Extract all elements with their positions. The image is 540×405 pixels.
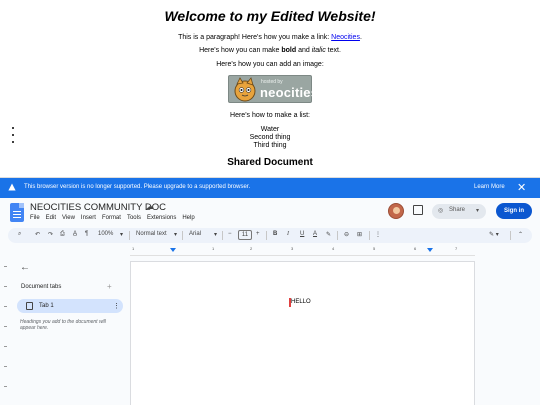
document-tabs-label: Document tabs xyxy=(21,284,62,290)
document-page[interactable]: HELLO xyxy=(130,261,475,405)
avatar[interactable] xyxy=(388,203,404,219)
neocities-cat-icon xyxy=(234,77,256,102)
menu-bar: File Edit View Insert Format Tools Extensions H… xyxy=(30,215,201,221)
tab-1[interactable]: Tab 1 ⋮ xyxy=(17,299,123,313)
font-size-input[interactable]: 11 xyxy=(238,230,252,240)
editing-mode-icon[interactable]: ✎ ▾ xyxy=(489,231,499,238)
vertical-ruler[interactable] xyxy=(0,256,8,405)
text-color-icon[interactable]: A xyxy=(313,231,317,237)
italic-word: italic xyxy=(311,47,326,54)
right-indent-marker[interactable] xyxy=(427,248,433,252)
decrease-font-icon[interactable]: − xyxy=(228,231,232,237)
list-item: Water xyxy=(260,126,280,133)
search-icon[interactable]: ⌕ xyxy=(18,231,21,238)
horizontal-ruler[interactable]: 1 1 2 3 4 5 6 7 xyxy=(130,246,475,256)
increase-font-icon[interactable]: + xyxy=(256,231,260,237)
list-item: Third thing xyxy=(253,142,287,149)
style-select[interactable]: Normal text xyxy=(136,231,167,237)
share-button[interactable]: ◎ Share ▾ xyxy=(432,204,486,219)
warning-icon xyxy=(8,183,16,191)
chevron-down-icon: ▾ xyxy=(120,232,124,238)
unsupported-browser-banner: This browser version is no longer suppor… xyxy=(0,178,540,198)
spellcheck-icon[interactable]: A̲ xyxy=(73,231,77,237)
globe-icon: ◎ xyxy=(438,208,444,214)
share-label: Share xyxy=(449,207,466,213)
banner-message: This browser version is no longer suppor… xyxy=(24,184,251,190)
menu-file[interactable]: File xyxy=(30,215,40,221)
zoom-select[interactable]: 100% xyxy=(98,231,113,237)
more-options-icon[interactable]: ⋮ xyxy=(375,231,381,238)
menu-tools[interactable]: Tools xyxy=(127,215,141,221)
menu-insert[interactable]: Insert xyxy=(81,215,96,221)
bold-word: bold xyxy=(281,47,297,54)
add-tab-icon[interactable]: + xyxy=(107,282,112,291)
shared-document-title: Shared Document xyxy=(227,157,313,168)
formatting-toolbar: ⌕ ↶ ↷ ⎙ A̲ ¶ 100% ▾ Normal text ▾ Arial … xyxy=(8,228,532,243)
document-body-text[interactable]: HELLO xyxy=(291,299,311,305)
learn-more-link[interactable]: Learn More xyxy=(474,184,505,190)
sign-in-button[interactable]: Sign in xyxy=(496,203,532,219)
cloud-status-icon[interactable]: ☁ xyxy=(146,202,154,211)
tab-icon xyxy=(26,302,33,310)
collapse-toolbar-icon[interactable]: ⌃ xyxy=(518,231,523,238)
italic-icon[interactable]: I xyxy=(287,231,289,237)
comment-icon[interactable] xyxy=(413,205,423,215)
insert-comment-icon[interactable]: ⊞ xyxy=(357,231,362,238)
font-select[interactable]: Arial xyxy=(189,231,201,237)
tab-options-icon[interactable]: ⋮ xyxy=(113,302,120,310)
docs-logo-icon xyxy=(10,203,24,222)
badge-neocities: neocities xyxy=(260,85,319,100)
menu-help[interactable]: Help xyxy=(182,215,194,221)
undo-icon[interactable]: ↶ xyxy=(35,231,40,238)
outline-hint: Headings you add to the document will ap… xyxy=(20,319,106,331)
menu-extensions[interactable]: Extensions xyxy=(147,215,176,221)
print-icon[interactable]: ⎙ xyxy=(60,231,65,238)
list-intro: Here's how to make a list: xyxy=(230,112,310,119)
doc-titlebar: NEOCITIES COMMUNITY DOC ☁ File Edit View In… xyxy=(0,198,540,228)
redo-icon[interactable]: ↷ xyxy=(48,231,53,238)
neocities-link[interactable]: Neocities xyxy=(331,34,360,41)
menu-format[interactable]: Format xyxy=(102,215,121,221)
underline-icon[interactable]: U xyxy=(300,231,304,237)
paint-format-icon[interactable]: ¶ xyxy=(85,231,88,237)
site-heading: Welcome to my Edited Website! xyxy=(164,8,376,24)
list-item: Second thing xyxy=(249,134,291,141)
site-list: Water Second thing Third thing xyxy=(0,126,540,150)
chevron-down-icon: ▾ xyxy=(174,232,178,238)
close-icon[interactable]: ✕ xyxy=(517,181,526,194)
formatting-paragraph: Here's how you can make bold and italic … xyxy=(199,47,341,54)
menu-edit[interactable]: Edit xyxy=(46,215,56,221)
link-icon[interactable]: ⊖ xyxy=(344,231,349,238)
image-paragraph: Here's how you can add an image: xyxy=(216,61,324,68)
menu-view[interactable]: View xyxy=(62,215,75,221)
neocities-badge-image: hosted by neocities xyxy=(228,75,318,103)
bold-icon[interactable]: B xyxy=(273,231,277,237)
highlight-icon[interactable]: ✎ xyxy=(326,231,331,238)
chevron-down-icon: ▾ xyxy=(214,232,218,238)
back-arrow-icon[interactable]: ← xyxy=(20,262,30,273)
left-indent-marker[interactable] xyxy=(170,248,176,252)
tab-label: Tab 1 xyxy=(39,303,54,309)
link-paragraph: This is a paragraph! Here's how you make… xyxy=(178,34,362,41)
embedded-google-doc: This browser version is no longer suppor… xyxy=(0,177,540,405)
chevron-down-icon: ▾ xyxy=(476,208,480,214)
